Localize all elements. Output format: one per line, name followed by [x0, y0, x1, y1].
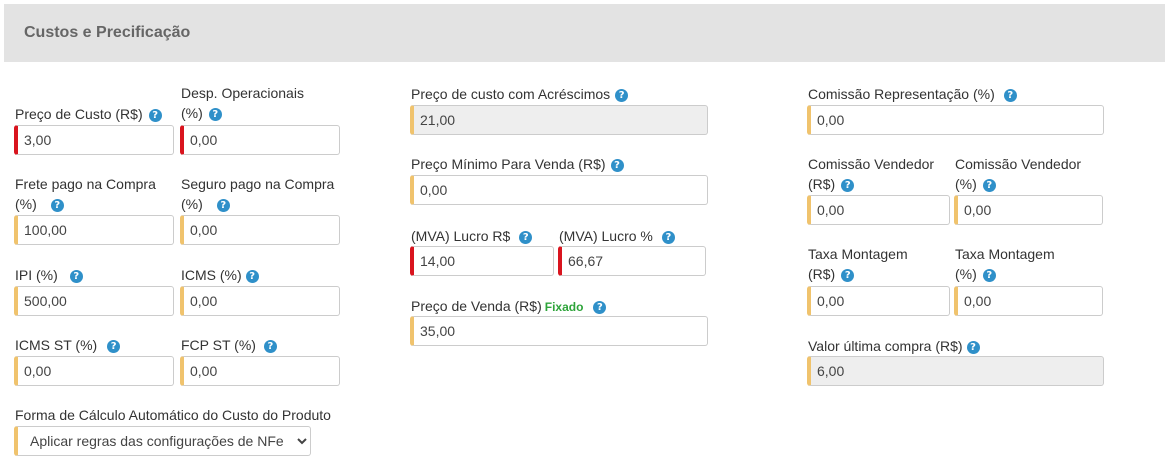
help-icon[interactable]: ?	[263, 339, 277, 353]
comissao-representacao-label: Comissão Representação (%)?	[808, 84, 1017, 104]
help-icon[interactable]: ?	[1003, 88, 1017, 102]
help-icon[interactable]: ?	[841, 268, 855, 282]
seguro-input[interactable]	[180, 215, 340, 245]
ipi-input[interactable]	[14, 286, 174, 316]
custo-acrescimos-label: Preço de custo com Acréscimos?	[411, 84, 629, 104]
custo-acrescimos-input	[410, 105, 708, 135]
icms-label: ICMS (%)?	[181, 265, 259, 285]
comissao-representacao-input[interactable]	[807, 105, 1104, 135]
fcp-st-label: FCP ST (%)?	[181, 335, 277, 355]
forma-calculo-label: Forma de Cálculo Automático do Custo do …	[15, 407, 331, 423]
preco-custo-label: Preço de Custo (R$)?	[15, 104, 162, 124]
help-icon[interactable]: ?	[982, 178, 996, 192]
ipi-label: IPI (%)?	[15, 265, 83, 285]
desp-operacionais-label: Desp. Operacionais (%)?	[181, 85, 304, 121]
preco-venda-label: Preço de Venda (R$) Fixado?	[411, 296, 607, 317]
help-icon[interactable]: ?	[519, 230, 533, 244]
help-icon[interactable]: ?	[107, 339, 121, 353]
taxa-montagem-rs-label: Taxa Montagem (R$)?	[808, 246, 908, 282]
fixado-badge: Fixado	[544, 300, 584, 314]
valor-ultima-compra-input	[807, 356, 1104, 386]
mva-lucro-pct-input[interactable]	[558, 246, 706, 276]
help-icon[interactable]: ?	[982, 268, 996, 282]
comissao-vendedor-rs-input[interactable]	[807, 195, 950, 225]
help-icon[interactable]: ?	[216, 198, 230, 212]
fcp-st-input[interactable]	[180, 356, 340, 386]
desp-operacionais-input[interactable]	[180, 125, 340, 155]
help-icon[interactable]: ?	[208, 107, 222, 121]
valor-ultima-compra-label: Valor última compra (R$)?	[808, 336, 980, 356]
help-icon[interactable]: ?	[661, 230, 675, 244]
forma-calculo-select[interactable]: Aplicar regras das configurações de NFe	[14, 426, 311, 456]
help-icon[interactable]: ?	[593, 300, 607, 314]
help-icon[interactable]: ?	[610, 158, 624, 172]
frete-label: Frete pago na Compra (%)?	[15, 176, 156, 212]
seguro-label: Seguro pago na Compra (%)?	[181, 176, 335, 212]
icms-st-label: ICMS ST (%)?	[15, 335, 121, 355]
panel-title: Custos e Precificação	[24, 24, 191, 41]
preco-venda-input[interactable]	[410, 316, 708, 346]
preco-minimo-input[interactable]	[410, 175, 708, 205]
comissao-vendedor-pct-input[interactable]	[954, 195, 1103, 225]
preco-minimo-label: Preço Mínimo Para Venda (R$)?	[411, 154, 624, 174]
comissao-vendedor-rs-label: Comissão Vendedor (R$)?	[808, 156, 935, 192]
preco-custo-input[interactable]	[14, 125, 174, 155]
panel-header: Custos e Precificação	[4, 4, 1165, 62]
mva-lucro-rs-input[interactable]	[410, 246, 554, 276]
help-icon[interactable]: ?	[841, 178, 855, 192]
mva-lucro-rs-label: (MVA) Lucro R$?	[411, 226, 533, 246]
help-icon[interactable]: ?	[245, 269, 259, 283]
taxa-montagem-pct-label: Taxa Montagem (%)?	[955, 246, 1055, 282]
icms-st-input[interactable]	[14, 356, 174, 386]
taxa-montagem-rs-input[interactable]	[807, 286, 950, 316]
help-icon[interactable]: ?	[148, 108, 162, 122]
help-icon[interactable]: ?	[615, 88, 629, 102]
taxa-montagem-pct-input[interactable]	[954, 286, 1103, 316]
help-icon[interactable]: ?	[50, 198, 64, 212]
frete-input[interactable]	[14, 215, 174, 245]
icms-input[interactable]	[180, 286, 340, 316]
help-icon[interactable]: ?	[966, 340, 980, 354]
help-icon[interactable]: ?	[69, 269, 83, 283]
mva-lucro-pct-label: (MVA) Lucro %?	[559, 226, 675, 246]
comissao-vendedor-pct-label: Comissão Vendedor (%)?	[955, 156, 1082, 192]
